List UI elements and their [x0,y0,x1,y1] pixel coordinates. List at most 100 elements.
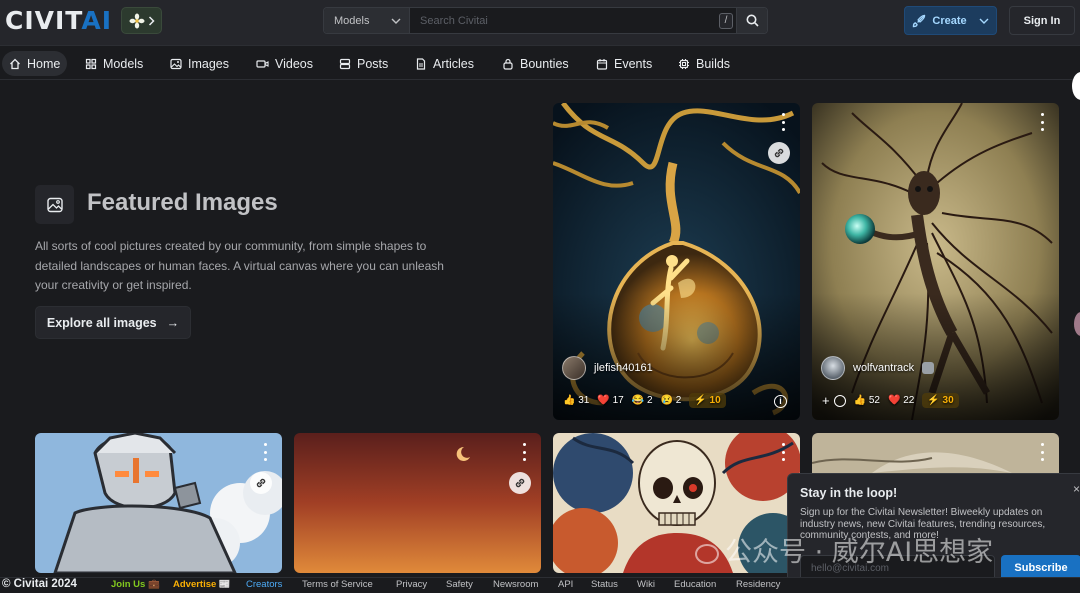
footer-link-newsroom[interactable]: Newsroom [493,579,538,590]
nav-item-models[interactable]: Models [78,51,150,76]
nav-label: Bounties [520,56,569,71]
logo-text-accent: AI [81,6,113,35]
grid-icon [85,58,97,69]
featured-title: Featured Images [87,189,278,216]
side-help-bubble[interactable] [1072,72,1080,100]
verified-badge-icon [922,362,935,374]
close-icon[interactable]: × [1073,482,1080,496]
buzz-badge[interactable]: ⚡ 30 [922,393,959,408]
nav-label: Events [614,56,653,71]
add-reaction-button[interactable]: + [822,393,830,408]
side-avatar-bubble[interactable] [1074,312,1080,336]
nav-item-posts[interactable]: Posts [332,51,395,76]
card-image [294,433,541,573]
footer-link-terms[interactable]: Terms of Service [302,579,373,590]
card-image [35,433,282,573]
nav-label: Videos [275,56,313,71]
image-card[interactable] [294,433,541,573]
search-input[interactable] [410,8,736,33]
image-card[interactable]: jlefish40161 👍 31 ❤️ 17 😂 2 😢 2 ⚡ 10 i [553,103,800,420]
card-user[interactable]: jlefish40161 [562,356,653,380]
footer-link-advertise[interactable]: Advertise 📰 [173,579,231,590]
image-card[interactable] [35,433,282,573]
footer-link-residency[interactable]: Residency [736,579,780,590]
footer-copyright: © Civitai 2024 [2,578,77,590]
avatar [562,356,586,380]
wechat-watermark: 公众号 · 威尔AI思想家 [695,530,993,569]
reaction-row: + 👍 52 ❤️ 22 ⚡ 30 [822,393,959,408]
image-card[interactable]: wolfvantrack + 👍 52 ❤️ 22 ⚡ 30 [812,103,1059,420]
nav-item-articles[interactable]: Articles [408,51,481,76]
search-type-select[interactable]: Models [324,8,410,33]
card-menu-button[interactable] [521,443,527,461]
sign-in-button[interactable]: Sign In [1009,6,1075,35]
footer: © Civitai 2024 Join Us 💼 Advertise 📰 Cre… [0,577,1080,593]
article-icon [416,57,426,70]
posts-icon [339,58,351,69]
calendar-icon [596,58,608,70]
chevron-down-icon [979,18,989,24]
nav-label: Images [188,56,229,71]
heart-reaction[interactable]: ❤️ 22 [888,395,914,406]
like-reaction[interactable]: 👍 31 [563,395,589,406]
search-icon [746,14,759,27]
smile-icon[interactable] [833,394,846,407]
bounty-icon [503,58,513,70]
nav-item-videos[interactable]: Videos [249,51,320,76]
create-button-label: Create [932,14,967,27]
image-icon [170,58,182,69]
link-icon[interactable] [509,472,531,494]
nav-label: Home [27,56,61,71]
newsletter-title: Stay in the loop! [800,486,898,500]
logo-text-main: CIVIT [5,6,82,35]
flower-chevron-icon[interactable] [121,7,162,34]
footer-link-privacy[interactable]: Privacy [396,579,427,590]
chevron-down-icon [391,18,401,24]
civitai-logo[interactable]: CIVITAI [5,6,113,35]
link-icon[interactable] [250,472,272,494]
heart-reaction[interactable]: ❤️ 17 [597,395,623,406]
explore-button-label: Explore all images [46,315,157,330]
search-shortcut-key: / [719,13,733,29]
username: jlefish40161 [594,362,653,374]
search-type-value: Models [334,14,370,27]
featured-image-icon [35,185,74,224]
footer-link-wiki[interactable]: Wiki [637,579,655,590]
footer-link-education[interactable]: Education [674,579,716,590]
card-menu-button[interactable] [1039,443,1045,461]
footer-link-creators[interactable]: Creators [246,579,282,590]
nav-item-bounties[interactable]: Bounties [495,51,576,76]
wechat-logo-icon [695,543,719,564]
card-menu-button[interactable] [780,443,786,461]
main-nav: Home Models Images Videos Posts Articles… [0,47,1080,80]
top-header: CIVITAI Models / Create Sign In [0,0,1080,46]
buzz-badge[interactable]: ⚡ 10 [689,393,726,408]
cpu-icon [679,58,689,69]
footer-link-status[interactable]: Status [591,579,618,590]
card-menu-button[interactable] [780,113,786,131]
explore-images-button[interactable]: Explore all images → [35,306,191,339]
info-icon[interactable]: i [774,395,787,408]
footer-link-api[interactable]: API [558,579,573,590]
create-button[interactable]: Create [904,6,997,35]
nav-label: Articles [433,56,474,71]
like-reaction[interactable]: 👍 52 [854,395,880,406]
cry-reaction[interactable]: 😢 2 [661,395,682,406]
laugh-reaction[interactable]: 😂 2 [632,395,653,406]
search-bar: Models / [323,7,768,34]
card-user[interactable]: wolfvantrack [821,356,935,380]
home-icon [10,58,20,69]
nav-item-images[interactable]: Images [163,51,236,76]
footer-link-join-us[interactable]: Join Us 💼 [111,579,160,590]
card-menu-button[interactable] [1039,113,1045,131]
featured-description: All sorts of cool pictures created by ou… [35,239,444,292]
nav-item-builds[interactable]: Builds [671,51,737,76]
nav-item-home[interactable]: Home [2,51,68,76]
card-menu-button[interactable] [262,443,268,461]
footer-link-safety[interactable]: Safety [446,579,473,590]
search-button[interactable] [736,8,767,33]
nav-label: Models [103,56,144,71]
username: wolfvantrack [853,362,915,374]
nav-item-events[interactable]: Events [589,51,659,76]
link-icon[interactable] [768,142,790,164]
